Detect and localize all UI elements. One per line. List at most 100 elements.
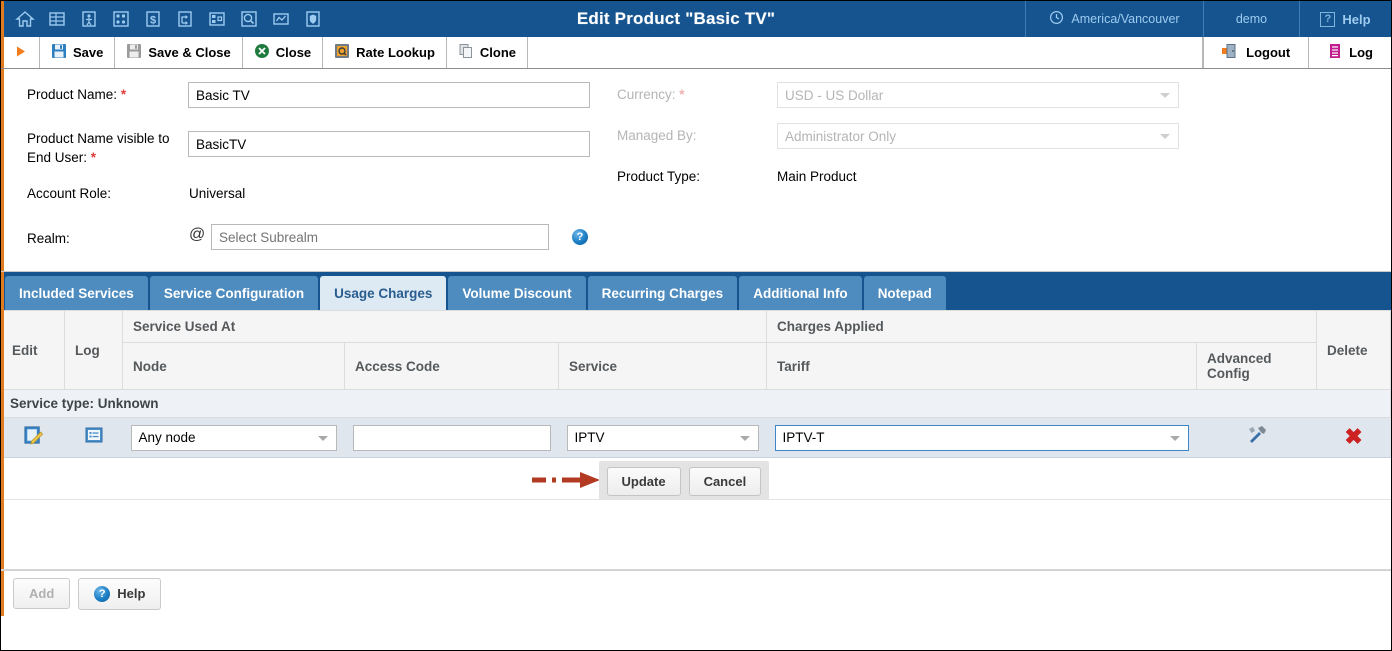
save-and-close-label: Save & Close xyxy=(148,45,231,60)
action-toolbar: Save Save & Close Close Rate Lookup Clon xyxy=(1,37,1391,69)
account-role-value: Universal xyxy=(189,186,246,201)
edit-pencil-icon[interactable] xyxy=(23,425,44,450)
logout-label: Logout xyxy=(1246,45,1291,60)
row-log-cell xyxy=(64,417,123,458)
help-link[interactable]: ? Help xyxy=(1299,1,1391,37)
access-code-input[interactable] xyxy=(352,424,551,451)
row-service-cell: IPTV xyxy=(558,417,767,458)
clone-button[interactable]: Clone xyxy=(447,37,529,68)
footer-bar: Add ? Help xyxy=(1,570,1391,616)
chevron-down-icon xyxy=(1160,134,1170,139)
global-nav-icons: $ xyxy=(1,1,327,37)
product-name-visible-label-text: Product Name visible to End User: xyxy=(27,131,170,165)
svg-text:$: $ xyxy=(150,15,156,27)
table-body: Service type: Unknown Any node IPTV IPTV… xyxy=(1,389,1391,502)
grid-table-icon[interactable] xyxy=(43,5,71,33)
col-service: Service xyxy=(557,342,768,390)
layout-icon[interactable] xyxy=(203,5,231,33)
toolbar-spacer xyxy=(528,37,1204,68)
run-button[interactable] xyxy=(1,37,40,68)
log-label: Log xyxy=(1349,45,1373,60)
page-title: Edit Product "Basic TV" xyxy=(576,9,776,28)
close-label: Close xyxy=(275,45,312,60)
add-button[interactable]: Add xyxy=(13,578,71,609)
product-name-visible-input[interactable] xyxy=(188,131,590,157)
tab-strip: Included Services Service Configuration … xyxy=(1,272,1391,310)
wrench-hammer-icon[interactable] xyxy=(1246,426,1268,450)
service-select[interactable]: IPTV xyxy=(566,424,759,451)
help-button-label: Help xyxy=(117,586,146,601)
service-type-group-row: Service type: Unknown xyxy=(1,389,1391,418)
rate-lookup-button[interactable]: Rate Lookup xyxy=(323,37,447,68)
play-icon xyxy=(15,45,27,61)
tab-included-services[interactable]: Included Services xyxy=(5,276,148,310)
row-actions-cell: Update Cancel xyxy=(1,457,1391,502)
realm-help-icon[interactable]: ? xyxy=(572,229,588,245)
row-tariff-cell: IPTV-T xyxy=(766,417,1197,458)
row-node-cell: Any node xyxy=(122,417,345,458)
log-icon xyxy=(1327,43,1343,62)
search-icon[interactable] xyxy=(235,5,263,33)
product-name-input[interactable] xyxy=(188,82,590,108)
tab-usage-charges[interactable]: Usage Charges xyxy=(320,276,447,310)
chevron-down-icon xyxy=(739,435,750,441)
currency-select[interactable]: USD - US Dollar xyxy=(777,82,1179,108)
routing-icon[interactable] xyxy=(171,5,199,33)
node-value: Any node xyxy=(138,430,196,445)
username-label: demo xyxy=(1235,12,1268,26)
user-menu[interactable]: demo xyxy=(1203,1,1299,37)
product-name-required-marker: * xyxy=(120,87,127,102)
close-button[interactable]: Close xyxy=(243,37,324,68)
node-select[interactable]: Any node xyxy=(130,424,337,451)
col-advanced-config: Advanced Config xyxy=(1196,342,1318,390)
update-button[interactable]: Update xyxy=(606,467,681,496)
tariff-value: IPTV-T xyxy=(782,430,825,445)
log-button[interactable]: Log xyxy=(1308,37,1391,68)
product-name-label-text: Product Name: xyxy=(27,87,118,102)
managed-by-value: Administrator Only xyxy=(785,128,897,144)
realm-subrealm-input[interactable] xyxy=(211,224,549,250)
row-log-icon[interactable] xyxy=(84,427,104,449)
group-service-used-at: Service Used At xyxy=(121,310,768,343)
realm-label: Realm: xyxy=(27,231,70,246)
chevron-down-icon xyxy=(317,435,328,441)
help-circle-icon: ? xyxy=(94,585,111,602)
table-row: Any node IPTV IPTV-T ✖ xyxy=(1,417,1391,458)
close-circle-icon xyxy=(254,43,270,62)
tab-service-configuration[interactable]: Service Configuration xyxy=(149,276,319,310)
chart-icon[interactable] xyxy=(267,5,295,33)
delete-x-icon[interactable]: ✖ xyxy=(1344,424,1362,449)
currency-label: Currency: * xyxy=(617,87,685,102)
col-node: Node xyxy=(122,342,345,390)
timezone-indicator[interactable]: America/Vancouver xyxy=(1025,1,1203,37)
home-icon[interactable] xyxy=(11,5,39,33)
tab-recurring-charges[interactable]: Recurring Charges xyxy=(587,276,738,310)
col-tariff: Tariff xyxy=(766,342,1198,390)
shield-icon[interactable] xyxy=(299,5,327,33)
product-type-value: Main Product xyxy=(777,169,857,184)
row-edit-cell xyxy=(1,417,65,458)
row-action-buttons: Update Cancel xyxy=(598,461,770,502)
application-window: $ Edit Product "Basic TV" America/Vancou… xyxy=(0,0,1392,651)
usage-charges-table-wrapper: Edit Log Service Used At Charges Applied… xyxy=(1,310,1391,502)
toolbar-right-group: Logout Log xyxy=(1203,37,1391,68)
clock-icon xyxy=(1049,10,1064,28)
logout-button[interactable]: Logout xyxy=(1203,37,1308,68)
tariff-select[interactable]: IPTV-T xyxy=(774,424,1189,451)
tab-additional-info[interactable]: Additional Info xyxy=(739,276,862,310)
cancel-button[interactable]: Cancel xyxy=(688,467,762,496)
col-edit: Edit xyxy=(1,310,65,390)
product-type-label: Product Type: xyxy=(617,169,701,184)
dollar-icon[interactable]: $ xyxy=(139,5,167,33)
save-and-close-button[interactable]: Save & Close xyxy=(115,37,243,68)
save-button[interactable]: Save xyxy=(40,37,116,68)
managed-by-select[interactable]: Administrator Only xyxy=(777,123,1179,149)
tab-volume-discount[interactable]: Volume Discount xyxy=(448,276,586,310)
floppy-save-icon xyxy=(51,43,67,62)
tab-notepad[interactable]: Notepad xyxy=(863,276,946,310)
col-delete: Delete xyxy=(1316,310,1391,390)
usage-charges-table: Edit Log Service Used At Charges Applied… xyxy=(1,310,1391,502)
blocks-icon[interactable] xyxy=(107,5,135,33)
help-button[interactable]: ? Help xyxy=(78,577,162,610)
person-icon[interactable] xyxy=(75,5,103,33)
